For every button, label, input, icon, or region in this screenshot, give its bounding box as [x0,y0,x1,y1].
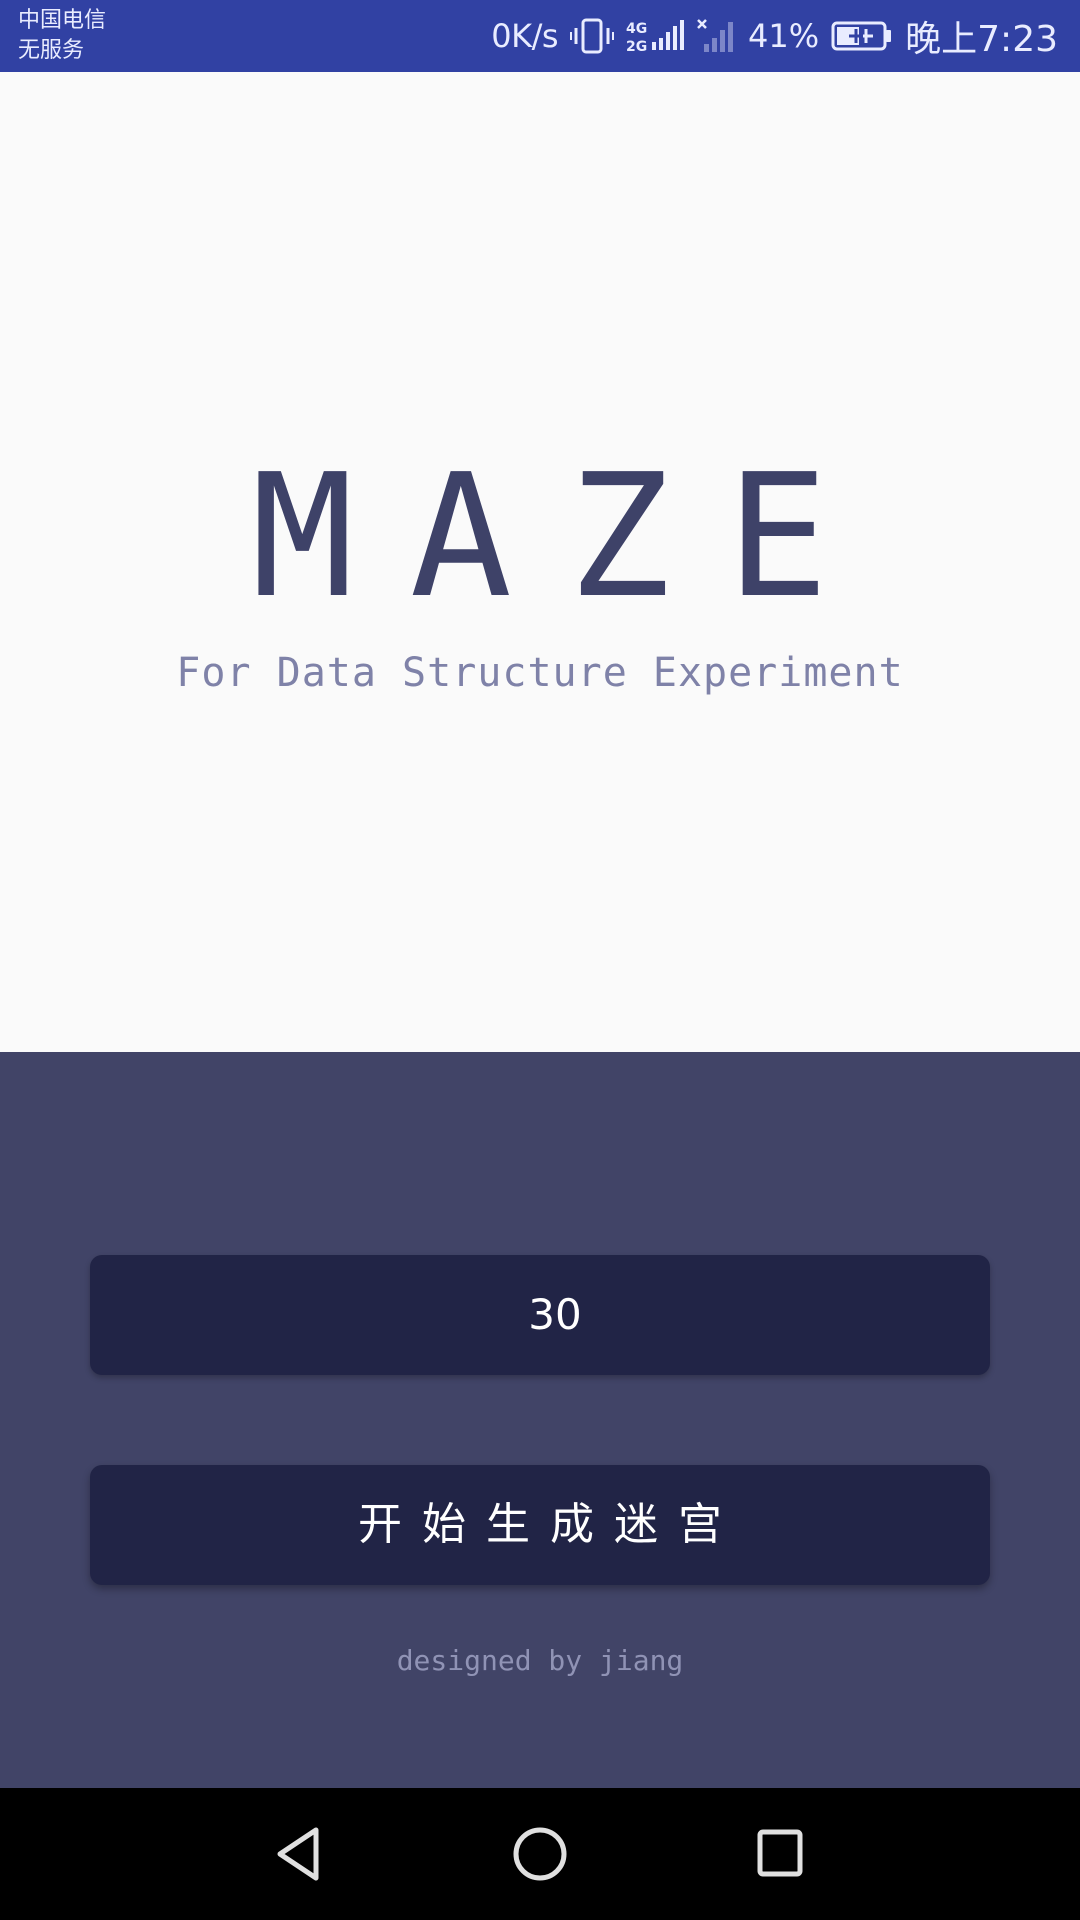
network-type-2g: 2G [626,39,647,55]
maze-size-input[interactable]: 30 [90,1255,990,1375]
vibrate-icon [570,16,615,56]
service-status: 无服务 [18,38,85,63]
status-bar: 中国电信 无服务 0K/s 4G 2G 41% 晚上7:23 [0,0,1080,72]
back-icon[interactable] [262,1816,338,1892]
battery-icon [831,20,893,52]
generate-maze-button[interactable]: 开始生成迷宫 [90,1465,990,1585]
signal-icon [696,16,736,56]
recents-icon[interactable] [742,1816,818,1892]
hero-section: MAZE For Data Structure Experiment [0,72,1080,1052]
network-4g2g-icon: 4G 2G [626,16,685,56]
navigation-bar [0,1788,1080,1920]
designer-credit: designed by jiang [396,1644,684,1677]
app-title: MAZE [251,438,885,636]
network-speed: 0K/s [491,17,559,55]
carrier-info: 中国电信 无服务 [18,6,106,66]
app-subtitle: For Data Structure Experiment [176,650,904,696]
clock: 晚上7:23 [905,19,1058,60]
battery-percent: 41% [748,17,820,55]
home-icon[interactable] [502,1816,578,1892]
control-panel: 30 开始生成迷宫 designed by jiang [0,1052,1080,1788]
network-type-4g: 4G [626,21,647,37]
carrier-name: 中国电信 [18,8,107,33]
status-indicators: 0K/s 4G 2G 41% 晚上7:23 [491,0,1058,72]
